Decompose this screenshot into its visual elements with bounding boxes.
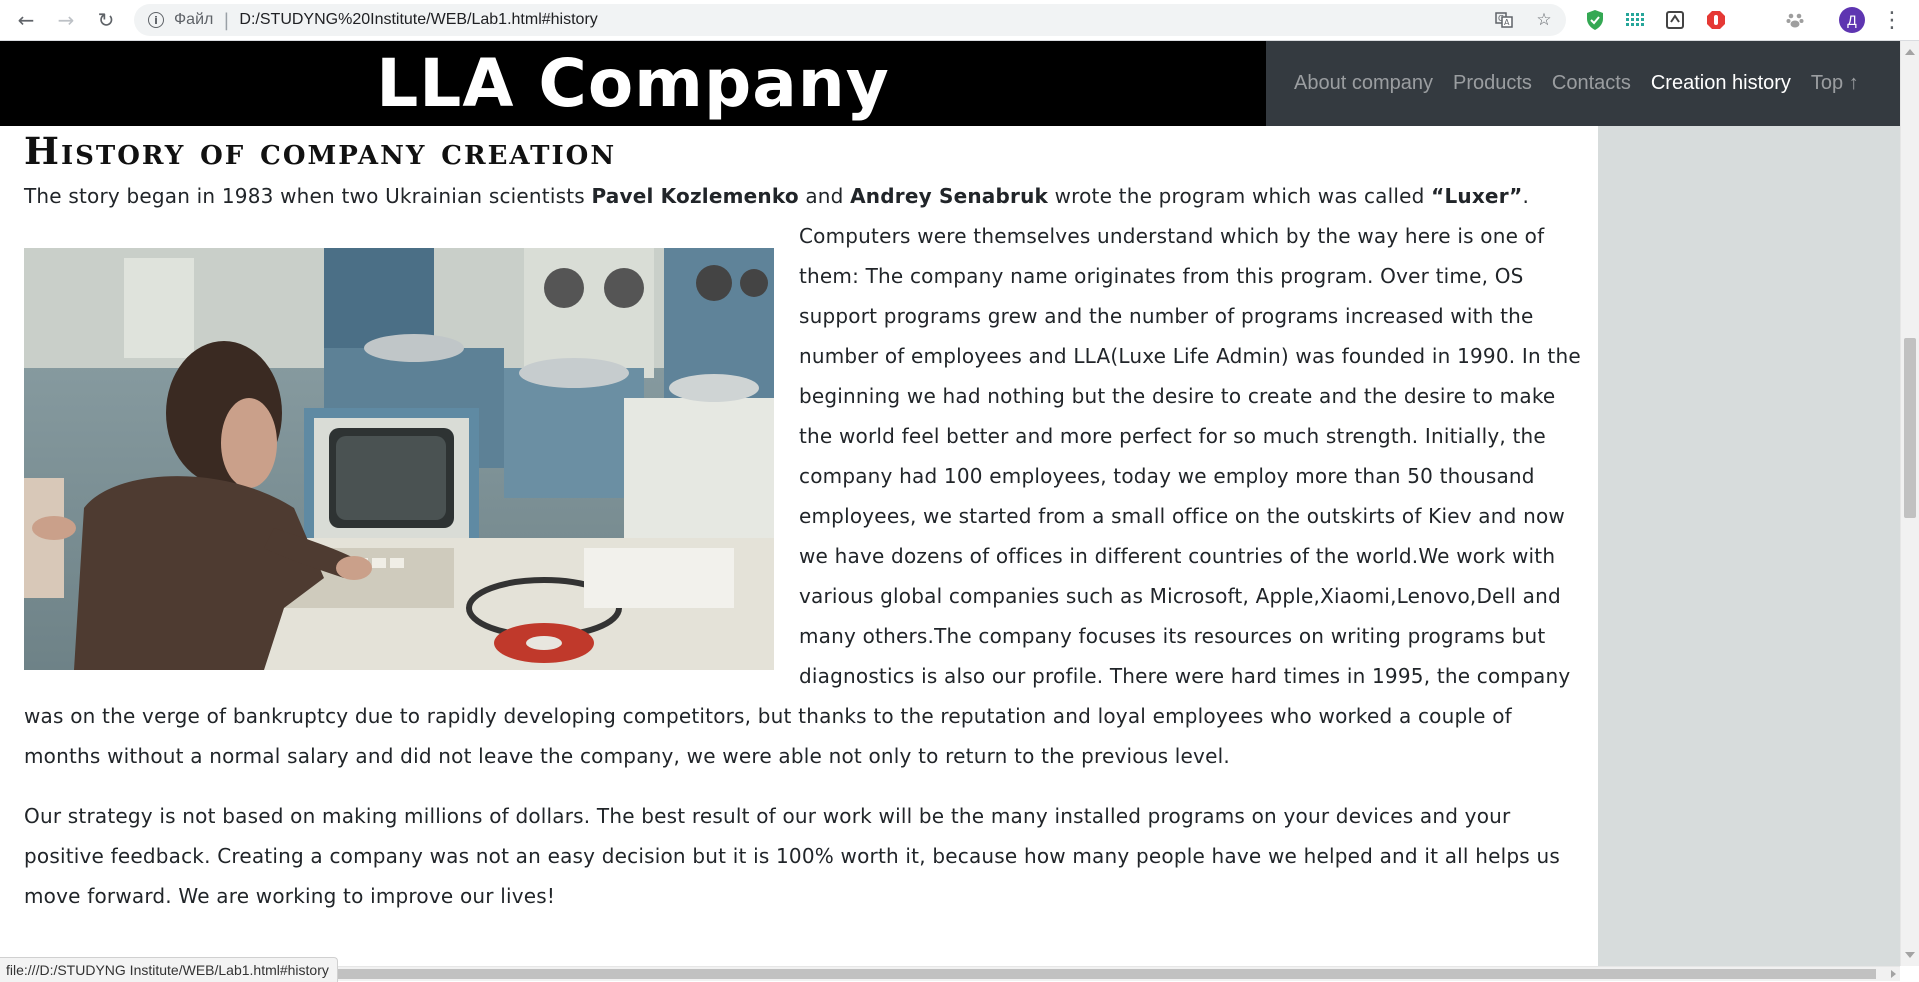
address-scheme-label: Файл [174,11,214,28]
reload-icon[interactable]: ↻ [92,6,120,34]
history-paragraph-1: The story began in 1983 when two Ukraini… [24,176,1582,776]
section-heading: History of company creation [24,129,617,173]
site-brand-title: LLA Company [0,41,1266,126]
bookmark-star-icon[interactable]: ☆ [1534,10,1554,30]
shield-extension-icon[interactable] [1584,9,1606,31]
founder-name-1: Pavel Kozlemenko [591,184,799,208]
program-name: “Luxer” [1431,184,1523,208]
scroll-up-arrow-icon[interactable] [1905,49,1915,55]
history-paragraph-2: Our strategy is not based on making mill… [24,804,1560,908]
browser-toolbar: ← → ↻ i Файл | D:/STUDYNG%20Institute/WE… [0,0,1919,41]
nav-link-creation-history[interactable]: Creation history [1651,72,1791,95]
page-viewport: LLA Company About company Products Conta… [0,41,1900,966]
link-status-bubble: file:///D:/STUDYNG Institute/WEB/Lab1.ht… [0,957,338,982]
vintage-computer-room-image [24,248,774,670]
address-bar[interactable]: i Файл | D:/STUDYNG%20Institute/WEB/Lab1… [134,4,1566,36]
more-menu-icon[interactable]: ⋮ [1878,6,1906,34]
nav-link-products[interactable]: Products [1453,72,1532,95]
nav-link-about[interactable]: About company [1294,72,1433,95]
apps-grid-icon[interactable] [1624,9,1646,31]
paw-extension-icon[interactable] [1784,9,1806,31]
site-info-icon[interactable]: i [148,12,164,28]
history-intro-text: The story began in 1983 when two Ukraini… [24,184,592,208]
site-header: LLA Company About company Products Conta… [0,41,1900,126]
vertical-scroll-thumb[interactable] [1904,338,1916,518]
address-url[interactable]: D:/STUDYNG%20Institute/WEB/Lab1.html#his… [239,11,597,29]
history-section: History of company creation The story be… [24,126,1582,916]
nav-link-contacts[interactable]: Contacts [1552,72,1631,95]
profile-avatar[interactable]: Д [1839,7,1865,33]
back-arrow-icon[interactable]: ← [12,6,40,34]
address-separator: | [223,9,230,31]
translate-icon[interactable]: GA [1494,10,1514,30]
adblock-extension-icon[interactable] [1705,9,1727,31]
vertical-scrollbar[interactable] [1900,41,1919,966]
history-photo-computer-operator [24,248,774,670]
nav-link-top[interactable]: Top ↑ [1811,72,1859,95]
site-navbar: About company Products Contacts Creation… [1266,41,1900,126]
screenshot-extension-icon[interactable] [1664,9,1686,31]
svg-text:A: A [1504,18,1510,27]
founder-name-2: Andrey Senabruk [850,184,1049,208]
conjunction-text: and [798,184,851,208]
right-sidebar-panel [1598,41,1900,966]
history-mid-text: wrote the program which was called [1048,184,1432,208]
scroll-right-arrow-icon[interactable] [1891,970,1896,978]
forward-arrow-icon[interactable]: → [52,6,80,34]
scroll-down-arrow-icon[interactable] [1905,952,1915,958]
